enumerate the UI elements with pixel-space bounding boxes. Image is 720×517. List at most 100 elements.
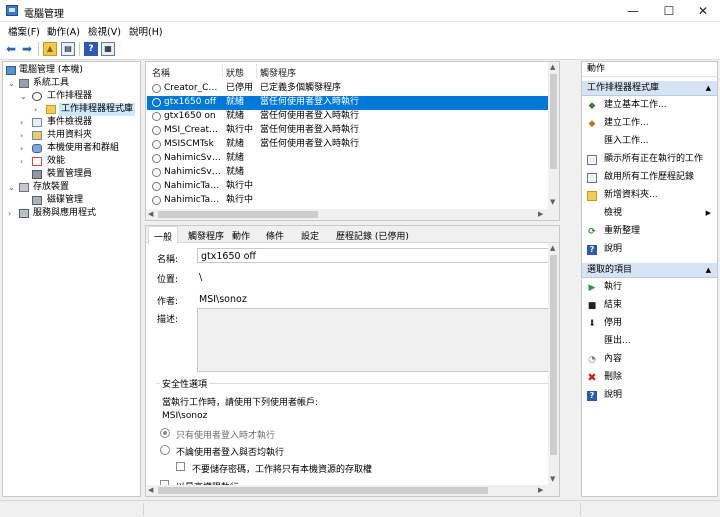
action-create-basic-task[interactable]: ◆ 建立基本工作...: [582, 97, 717, 114]
tab-history[interactable]: 歷程記錄 (已停用): [334, 229, 411, 243]
table-row[interactable]: Creator_Ce... 已停用 已定義多個觸發程序 2: [147, 82, 550, 96]
properties-icon[interactable]: ▦: [101, 42, 115, 56]
status-bar: [0, 500, 720, 517]
action-new-folder[interactable]: 新增資料夾...: [582, 187, 717, 204]
action-properties[interactable]: ◔ 內容: [582, 351, 717, 368]
expand-icon[interactable]: ›: [20, 129, 28, 142]
task-icon: [152, 196, 161, 205]
computer-management-icon: [6, 5, 18, 16]
security-options-title: 安全性選項: [160, 377, 210, 390]
up-folder-icon[interactable]: ▲: [43, 42, 57, 56]
table-row[interactable]: MSISCMTsk 就緒 當任何使用者登入時執行: [147, 138, 550, 152]
task-list-vertical-scrollbar[interactable]: ▲ ▼: [548, 62, 559, 209]
action-enable-history[interactable]: 啟用所有工作歷程記錄: [582, 169, 717, 186]
action-help[interactable]: ? 說明: [582, 241, 717, 258]
table-row[interactable]: MSI_Creato... 執行中 當任何使用者登入時執行: [147, 124, 550, 138]
checkbox-do-not-store-password-label: 不要儲存密碼，工作將只有本機資源的存取權: [192, 465, 373, 475]
tab-triggers[interactable]: 觸發程序: [186, 229, 226, 243]
menu-action[interactable]: 動作(A): [47, 24, 80, 38]
name-field[interactable]: gtx1650 off: [197, 248, 559, 263]
action-export[interactable]: 匯出...: [582, 333, 717, 350]
folder-icon: [46, 105, 56, 114]
table-row-selected[interactable]: gtx1650 off 就緒 當任何使用者登入時執行: [147, 96, 550, 110]
action-create-task[interactable]: ◆ 建立工作...: [582, 115, 717, 132]
refresh-icon: ⟳: [588, 227, 596, 237]
expand-icon[interactable]: ›: [34, 103, 42, 116]
actions-section-library[interactable]: 工作排程器程式庫 ▲: [582, 81, 717, 96]
event-viewer-icon: [32, 118, 42, 127]
task-icon: [152, 154, 161, 163]
expand-icon[interactable]: ›: [20, 116, 28, 129]
action-disable[interactable]: ⬇ 停用: [582, 315, 717, 332]
storage-icon: [19, 183, 29, 192]
toolbar: ⬅ ➡ ▲ ▤ ? ▦: [0, 38, 720, 60]
table-row[interactable]: NahimicTas... 執行中: [147, 180, 550, 194]
column-header-trigger[interactable]: 觸發程序: [260, 66, 296, 79]
shared-folder-icon: [32, 131, 42, 140]
properties-vertical-scrollbar[interactable]: ▲ ▼: [548, 243, 559, 486]
forward-arrow-icon[interactable]: ➡: [20, 42, 34, 56]
action-run[interactable]: ▶ 執行: [582, 279, 717, 296]
maximize-button[interactable]: ☐: [652, 0, 686, 22]
menu-file[interactable]: 檔案(F): [8, 24, 40, 38]
location-value: \: [199, 272, 203, 283]
actions-section-selected-item[interactable]: 選取的項目 ▲: [582, 263, 717, 278]
window-title: 電腦管理: [24, 9, 64, 20]
radio-run-whether-logged-on[interactable]: [160, 445, 170, 455]
navigation-tree: 電腦管理 (本機) ⌄ 系統工具 ⌄ 工作排程器 › 工作排程器程式庫 › 事件…: [2, 61, 141, 497]
submenu-arrow-icon: ▶: [705, 209, 711, 217]
tools-icon: [19, 79, 29, 88]
services-icon: [19, 209, 29, 218]
collapse-icon[interactable]: ⌄: [8, 181, 16, 194]
task-icon: [152, 168, 161, 177]
menu-bar: 檔案(F) 動作(A) 檢視(V) 說明(H): [0, 22, 720, 38]
create-basic-task-icon: ◆: [588, 101, 596, 111]
actions-pane: 動作 工作排程器程式庫 ▲ ◆ 建立基本工作... ◆ 建立工作... 匯入工作…: [581, 61, 718, 497]
radio-run-only-logged-on-label: 只有使用者登入時才執行: [176, 431, 276, 441]
help-icon[interactable]: ?: [84, 42, 98, 56]
column-header-status[interactable]: 狀態: [226, 66, 244, 79]
tab-conditions[interactable]: 條件: [264, 229, 286, 243]
action-delete[interactable]: ✖ 刪除: [582, 369, 717, 386]
table-row[interactable]: NahimicSvc... 就緒: [147, 166, 550, 180]
description-field[interactable]: [197, 308, 559, 372]
properties-tabs: 一般 觸發程序 動作 條件 設定 歷程記錄 (已停用): [146, 226, 559, 244]
properties-horizontal-scrollbar[interactable]: ◀ ▶: [146, 485, 559, 496]
table-row[interactable]: NahimicSvc... 就緒: [147, 152, 550, 166]
task-icon: [152, 112, 161, 121]
table-row[interactable]: gtx1650 on 就緒 當任何使用者登入時執行: [147, 110, 550, 124]
location-label: 位置:: [157, 275, 179, 285]
table-row[interactable]: NahimicTas... 執行中: [147, 194, 550, 208]
column-header-name[interactable]: 名稱: [152, 66, 170, 79]
task-list-horizontal-scrollbar[interactable]: ◀ ▶: [146, 209, 559, 220]
collapse-icon[interactable]: ⌄: [20, 90, 28, 103]
menu-help[interactable]: 說明(H): [129, 24, 163, 38]
show-hide-tree-icon[interactable]: ▤: [61, 42, 75, 56]
collapse-caret-icon: ▲: [705, 84, 711, 92]
checkbox-do-not-store-password[interactable]: [176, 462, 185, 471]
run-as-user: MSI\sonoz: [162, 411, 208, 421]
expand-icon[interactable]: ›: [20, 155, 28, 168]
task-icon: [152, 98, 161, 107]
expand-icon[interactable]: ›: [20, 142, 28, 155]
action-help-selected[interactable]: ? 說明: [582, 387, 717, 404]
task-icon: [152, 126, 161, 135]
delete-icon: ✖: [587, 371, 597, 384]
menu-view[interactable]: 檢視(V): [88, 24, 121, 38]
expand-icon[interactable]: ›: [8, 207, 16, 220]
action-view[interactable]: 檢視 ▶: [582, 205, 717, 222]
minimize-button[interactable]: —: [616, 0, 650, 22]
action-end[interactable]: ■ 結束: [582, 297, 717, 314]
tab-settings[interactable]: 設定: [299, 229, 321, 243]
performance-icon: [32, 157, 42, 166]
close-button[interactable]: ✕: [686, 0, 720, 22]
radio-run-only-logged-on[interactable]: [160, 428, 170, 438]
tab-actions[interactable]: 動作: [230, 229, 252, 243]
collapse-icon[interactable]: ⌄: [8, 77, 16, 90]
action-import-task[interactable]: 匯入工作...: [582, 133, 717, 150]
action-refresh[interactable]: ⟳ 重新整理: [582, 223, 717, 240]
tab-general[interactable]: 一般: [148, 226, 179, 244]
action-show-running-tasks[interactable]: 顯示所有正在執行的工作: [582, 151, 717, 168]
properties-icon: ◔: [588, 355, 596, 365]
back-arrow-icon[interactable]: ⬅: [4, 42, 18, 56]
